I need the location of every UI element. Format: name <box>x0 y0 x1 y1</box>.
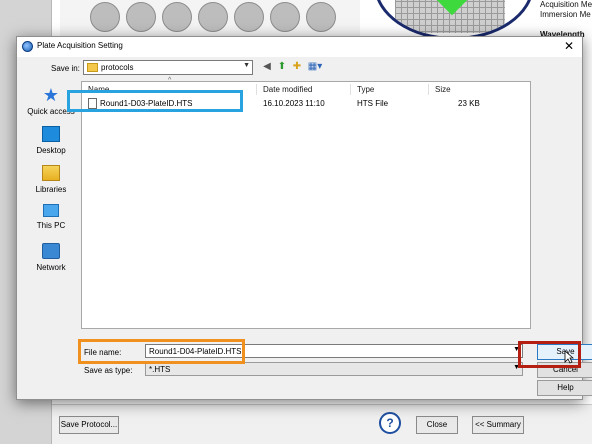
place-network[interactable]: Network <box>23 243 79 272</box>
column-header-size[interactable]: Size <box>435 85 451 94</box>
plate-well[interactable] <box>306 2 336 32</box>
column-header-type[interactable]: Type <box>357 85 374 94</box>
plate-well[interactable] <box>234 2 264 32</box>
save-in-value: protocols <box>101 63 134 72</box>
summary-button[interactable]: << Summary <box>472 416 524 434</box>
view-menu-icon[interactable]: ▦▾ <box>307 61 323 73</box>
plate-wells-area <box>60 0 360 36</box>
network-icon <box>42 243 60 259</box>
file-list: ^ Name Date modified Type Size Round1-D0… <box>81 77 531 329</box>
close-icon[interactable]: ✕ <box>564 39 574 53</box>
selected-fields-shape <box>430 0 474 16</box>
place-libraries[interactable]: Libraries <box>23 165 79 194</box>
up-folder-icon[interactable]: ⬆ <box>276 61 288 73</box>
plate-well[interactable] <box>270 2 300 32</box>
back-icon[interactable]: ◀ <box>261 61 273 73</box>
file-size: 23 KB <box>458 99 480 108</box>
save-as-type-dropdown[interactable]: *.HTS ▼ <box>145 362 523 376</box>
folder-icon <box>87 63 98 72</box>
libraries-icon <box>42 165 60 181</box>
mouse-cursor-icon <box>564 350 574 364</box>
highlight-existing-file <box>67 90 243 112</box>
well-field-view <box>374 0 534 40</box>
summary-line: Immersion Me <box>540 10 591 19</box>
chevron-down-icon: ▼ <box>243 62 250 69</box>
place-label: Libraries <box>35 185 67 194</box>
place-label: Network <box>36 263 66 272</box>
save-protocol-button[interactable]: Save Protocol... <box>59 416 119 434</box>
place-this-pc[interactable]: This PC <box>23 204 79 230</box>
new-folder-icon[interactable]: ✚ <box>291 61 303 73</box>
highlight-file-name <box>78 339 245 364</box>
plate-well[interactable] <box>90 2 120 32</box>
help-icon[interactable]: ? <box>379 412 401 434</box>
place-desktop[interactable]: Desktop <box>23 126 79 155</box>
desktop-icon <box>42 126 60 142</box>
column-separator <box>428 84 429 95</box>
column-separator <box>256 84 257 95</box>
save-as-type-value: *.HTS <box>149 365 171 374</box>
file-date-modified: 16.10.2023 11:10 <box>263 99 325 108</box>
summary-line: Acquisition Me <box>540 0 592 9</box>
save-in-dropdown[interactable]: protocols ▼ <box>83 60 253 75</box>
place-label: This PC <box>36 221 66 230</box>
dialog-title: Plate Acquisition Setting <box>37 41 123 50</box>
plate-well[interactable] <box>126 2 156 32</box>
app-icon <box>22 41 33 52</box>
file-type: HTS File <box>357 99 389 108</box>
field-grid <box>395 0 505 33</box>
quick-access-icon: ★ <box>42 85 60 105</box>
summary-line <box>540 20 592 30</box>
save-as-type-label: Save as type: <box>84 366 133 375</box>
this-pc-icon <box>43 204 59 217</box>
sort-ascending-icon: ^ <box>168 77 172 84</box>
place-label: Desktop <box>36 146 66 155</box>
help-button[interactable]: Help <box>537 380 592 396</box>
places-sidebar: ★ Quick access Desktop Libraries This PC… <box>23 81 79 331</box>
close-button[interactable]: Close <box>416 416 458 434</box>
plate-well[interactable] <box>162 2 192 32</box>
column-separator <box>350 84 351 95</box>
save-in-label: Save in: <box>51 64 80 73</box>
column-header-date-modified[interactable]: Date modified <box>263 85 312 94</box>
plate-well[interactable] <box>198 2 228 32</box>
dialog-titlebar[interactable]: Plate Acquisition Setting ✕ <box>17 37 582 57</box>
